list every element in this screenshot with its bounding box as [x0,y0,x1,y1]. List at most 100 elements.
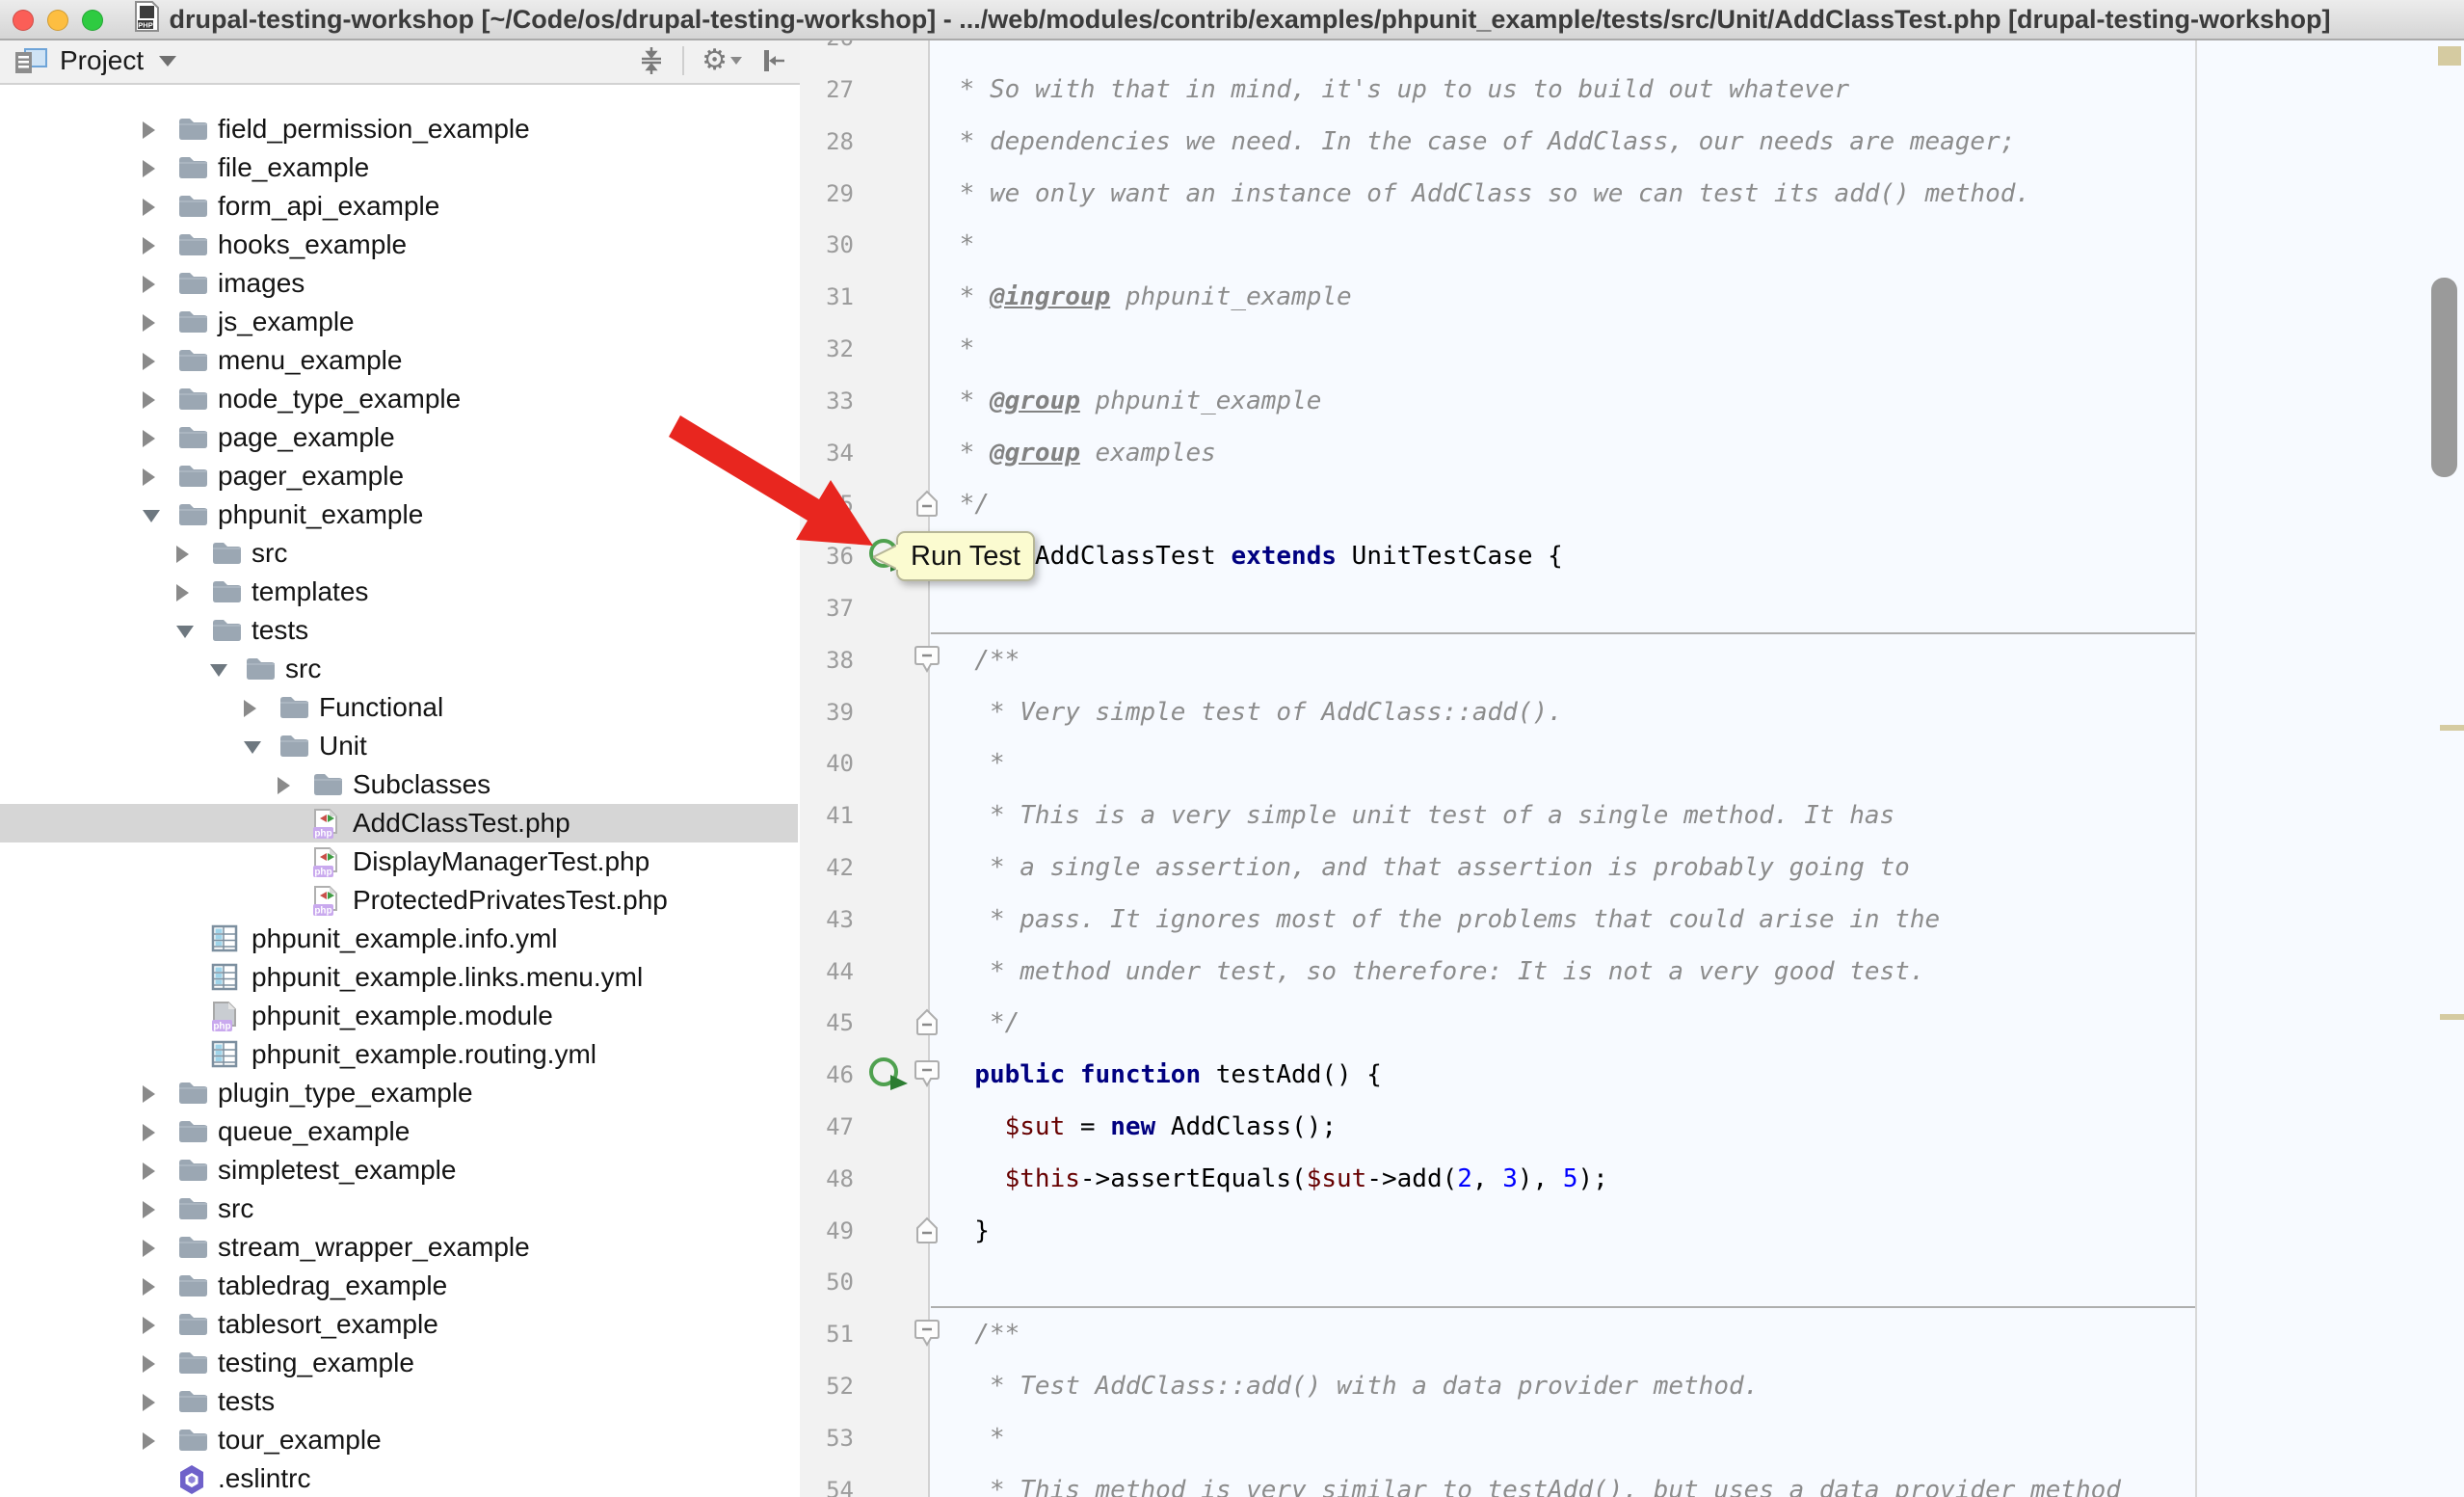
error-stripe-mark[interactable] [2440,725,2464,731]
tree-row-eslintrc[interactable]: .eslintrc [0,1459,798,1497]
tree-row-hooks-example[interactable]: hooks_example [0,226,798,264]
code-line-44[interactable]: 44 * method under test, so therefore: It… [800,946,2464,998]
close-window-button[interactable] [13,10,34,31]
code-line-48[interactable]: 48 $this->assertEquals($sut->add(2, 3), … [800,1153,2464,1205]
code-line-35[interactable]: 35 */ [800,478,2464,530]
code-line-45[interactable]: 45 */ [800,997,2464,1049]
tree-row-unit[interactable]: Unit [0,727,798,765]
expand-arrow-icon[interactable] [176,584,189,601]
code-line-51[interactable]: 51 /** [800,1308,2464,1360]
fold-collapse-icon[interactable] [914,1319,940,1354]
expand-arrow-icon[interactable] [143,121,155,139]
tree-row-tablesort-example[interactable]: tablesort_example [0,1305,798,1344]
expand-arrow-icon[interactable] [143,1278,155,1296]
expand-arrow-icon[interactable] [143,1163,155,1180]
code-line-50[interactable]: 50 [800,1256,2464,1308]
tree-row-phpunit-example-links-menu-yml[interactable]: phpunit_example.links.menu.yml [0,958,798,997]
expand-arrow-icon[interactable] [143,391,155,409]
expand-arrow-icon[interactable] [278,777,290,794]
tree-row-tests[interactable]: tests [0,611,798,650]
code-line-54[interactable]: 54 * This method is very similar to test… [800,1464,2464,1497]
tree-row-functional[interactable]: Functional [0,688,798,727]
code-line-33[interactable]: 33 * @group phpunit_example [800,375,2464,427]
tree-row-menu-example[interactable]: menu_example [0,341,798,380]
expand-arrow-icon[interactable] [244,700,256,717]
expand-arrow-icon[interactable] [143,276,155,293]
tree-row-testing-example[interactable]: testing_example [0,1344,798,1382]
code-line-47[interactable]: 47 $sut = new AddClass(); [800,1101,2464,1153]
tree-row-src[interactable]: src [0,534,798,573]
code-line-39[interactable]: 39 * Very simple test of AddClass::add()… [800,686,2464,738]
tree-row-phpunit-example-routing-yml[interactable]: phpunit_example.routing.yml [0,1035,798,1074]
tree-row-phpunit-example-info-yml[interactable]: phpunit_example.info.yml [0,920,798,958]
expand-arrow-icon[interactable] [143,1394,155,1411]
fold-end-icon[interactable] [914,1216,940,1250]
code-line-40[interactable]: 40 * [800,737,2464,789]
tree-row-phpunit-example-module[interactable]: phpphpunit_example.module [0,997,798,1035]
collapse-arrow-icon[interactable] [143,510,160,522]
expand-arrow-icon[interactable] [143,1355,155,1373]
expand-arrow-icon[interactable] [143,1240,155,1257]
code-line-31[interactable]: 31 * @ingroup phpunit_example [800,271,2464,323]
tree-row-file-example[interactable]: file_example [0,148,798,187]
tree-row-field-permission-example[interactable]: field_permission_example [0,110,798,148]
tree-row-stream-wrapper-example[interactable]: stream_wrapper_example [0,1228,798,1267]
expand-arrow-icon[interactable] [143,1085,155,1103]
code-line-32[interactable]: 32 * [800,323,2464,375]
zoom-window-button[interactable] [82,10,103,31]
expand-arrow-icon[interactable] [143,160,155,177]
code-line-34[interactable]: 34 * @group examples [800,427,2464,479]
expand-arrow-icon[interactable] [143,314,155,332]
chevron-down-icon[interactable] [159,56,176,67]
tree-row-templates[interactable]: templates [0,573,798,611]
collapse-arrow-icon[interactable] [176,626,194,638]
fold-collapse-icon[interactable] [914,645,940,681]
tree-row-queue-example[interactable]: queue_example [0,1112,798,1151]
code-line-29[interactable]: 29 * we only want an instance of AddClas… [800,168,2464,220]
tree-row-subclasses[interactable]: Subclasses [0,765,798,804]
tree-row-src[interactable]: src [0,1190,798,1228]
expand-arrow-icon[interactable] [143,237,155,254]
fold-end-icon[interactable] [914,490,940,523]
tree-row-node-type-example[interactable]: node_type_example [0,380,798,418]
expand-arrow-icon[interactable] [143,430,155,447]
expand-arrow-icon[interactable] [176,546,189,563]
code-line-52[interactable]: 52 * Test AddClass::add() with a data pr… [800,1360,2464,1412]
tree-row-tour-example[interactable]: tour_example [0,1421,798,1459]
tree-row-images[interactable]: images [0,264,798,303]
collapse-arrow-icon[interactable] [210,664,227,677]
collapse-all-button[interactable] [638,46,665,75]
tree-row-simpletest-example[interactable]: simpletest_example [0,1151,798,1190]
code-line-42[interactable]: 42 * a single assertion, and that assert… [800,842,2464,894]
code-line-36[interactable]: 36class AddClassTest extends UnitTestCas… [800,530,2464,582]
fold-collapse-icon[interactable] [914,1059,940,1095]
expand-arrow-icon[interactable] [143,199,155,216]
expand-arrow-icon[interactable] [143,1432,155,1450]
code-line-53[interactable]: 53 * [800,1412,2464,1464]
error-stripe-mark[interactable] [2438,46,2461,66]
code-line-37[interactable]: 37 [800,582,2464,634]
code-line-28[interactable]: 28 * dependencies we need. In the case o… [800,116,2464,168]
tree-row-addclasstest-php[interactable]: phpAddClassTest.php [0,804,798,842]
code-line-41[interactable]: 41 * This is a very simple unit test of … [800,789,2464,842]
minimize-window-button[interactable] [47,10,68,31]
tree-row-plugin-type-example[interactable]: plugin_type_example [0,1074,798,1112]
tree-row-pager-example[interactable]: pager_example [0,457,798,495]
editor-scrollbar-thumb[interactable] [2431,278,2457,477]
tree-row-js-example[interactable]: js_example [0,303,798,341]
collapse-arrow-icon[interactable] [244,741,261,754]
code-line-49[interactable]: 49 } [800,1205,2464,1257]
tree-row-src[interactable]: src [0,650,798,688]
expand-arrow-icon[interactable] [143,1317,155,1334]
tree-row-phpunit-example[interactable]: phpunit_example [0,495,798,534]
code-line-46[interactable]: 46 public function testAdd() { [800,1049,2464,1101]
expand-arrow-icon[interactable] [143,468,155,486]
code-line-43[interactable]: 43 * pass. It ignores most of the proble… [800,894,2464,946]
tree-row-form-api-example[interactable]: form_api_example [0,187,798,226]
tree-row-page-example[interactable]: page_example [0,418,798,457]
tree-row-tests[interactable]: tests [0,1382,798,1421]
tree-row-displaymanagertest-php[interactable]: phpDisplayManagerTest.php [0,842,798,881]
settings-button[interactable]: ⚙ [702,46,742,75]
code-line-30[interactable]: 30 * [800,219,2464,271]
fold-end-icon[interactable] [914,1008,940,1042]
